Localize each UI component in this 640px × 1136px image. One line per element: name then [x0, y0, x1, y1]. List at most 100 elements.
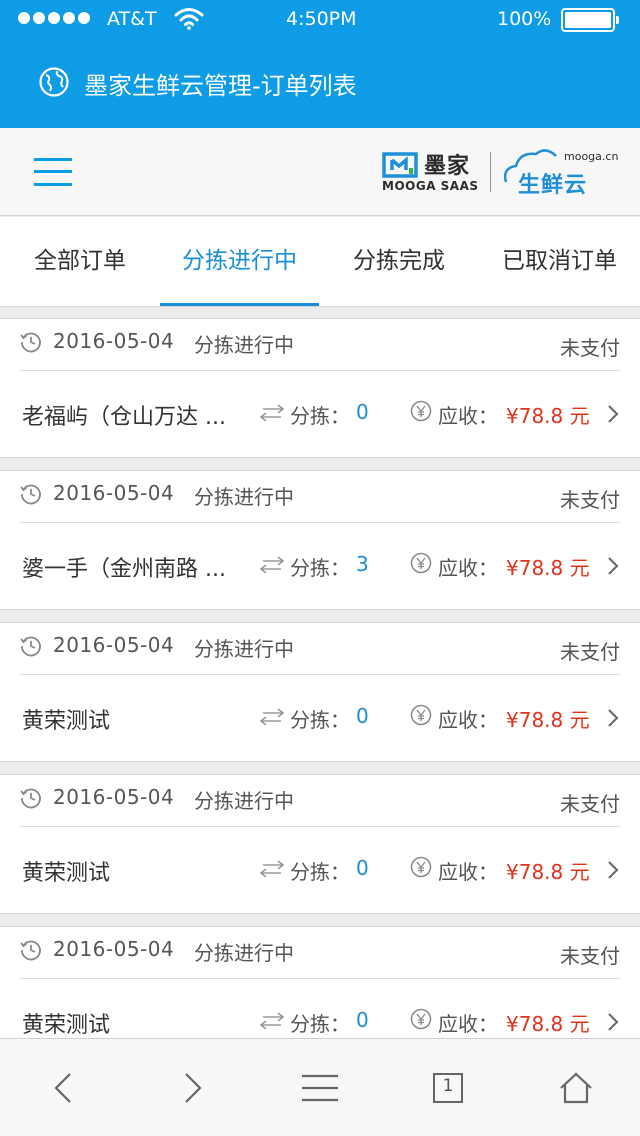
brand-bar: 墨家 MOOGA SAAS mooga.cn 生鲜云 [0, 128, 640, 216]
chevron-right-icon [608, 557, 619, 575]
order-date: 2016-05-04 [53, 785, 175, 809]
order-card-header: 2016-05-04 分拣进行中 未支付 [20, 927, 620, 979]
order-amount: ¥78.8 元 [506, 556, 590, 580]
active-tab-indicator [160, 303, 319, 306]
order-state: 分拣进行中 [194, 789, 294, 813]
sort-label: 分拣： [290, 860, 350, 884]
clock-icon [20, 636, 41, 657]
cloud-brand-name: 生鲜云 [518, 173, 588, 198]
swap-arrows-icon [259, 556, 285, 574]
mooga-logo: 墨家 MOOGA SAAS [382, 150, 482, 196]
tab-cancelled-orders[interactable]: 已取消订单 [479, 217, 640, 307]
shop-name: 黄荣测试 [22, 861, 111, 886]
order-date: 2016-05-04 [53, 633, 175, 657]
payment-status: 未支付 [560, 640, 620, 664]
tab-count: 1 [442, 1076, 454, 1096]
cloud-site-text: mooga.cn [564, 150, 619, 163]
amount-due-label: 应收： [438, 708, 498, 732]
payment-status: 未支付 [560, 488, 620, 512]
wifi-icon [174, 8, 204, 30]
carrier-name: AT&T [107, 8, 157, 30]
order-amount: ¥78.8 元 [506, 708, 590, 732]
chevron-right-icon [608, 405, 619, 423]
order-card-body: 婆一手（金州南路 ... 分拣： 3 应收： ¥78.8 元 [20, 523, 620, 611]
sort-count: 0 [356, 1008, 369, 1032]
shop-name: 黄荣测试 [22, 709, 111, 734]
tab-sorting-in-progress[interactable]: 分拣进行中 [160, 217, 319, 307]
sort-label: 分拣： [290, 404, 350, 428]
order-card-body: 黄荣测试 分拣： 0 应收： ¥78.8 元 [20, 675, 620, 763]
tabs-button[interactable]: 1 [430, 1071, 466, 1105]
payment-status: 未支付 [560, 792, 620, 816]
order-card-header: 2016-05-04 分拣进行中 未支付 [20, 319, 620, 371]
payment-status: 未支付 [560, 336, 620, 360]
order-state: 分拣进行中 [194, 941, 294, 965]
app-header: AT&T 4:50PM 100% 墨家生鲜云管理-订单列表 [0, 0, 640, 128]
mooga-brand-en: MOOGA SAAS [382, 179, 479, 193]
yen-icon [410, 552, 432, 574]
fresh-cloud-logo: mooga.cn 生鲜云 [500, 146, 624, 198]
sort-label: 分拣： [290, 1012, 350, 1036]
order-card-body: 老福屿（仓山万达 ... 分拣： 0 应收： ¥78.8 元 [20, 371, 620, 459]
swap-arrows-icon [259, 404, 285, 422]
order-card-header: 2016-05-04 分拣进行中 未支付 [20, 471, 620, 523]
yen-icon [410, 400, 432, 422]
order-card-header: 2016-05-04 分拣进行中 未支付 [20, 775, 620, 827]
clock-icon [20, 940, 41, 961]
mooga-mark-icon [382, 152, 418, 178]
home-icon[interactable] [558, 1071, 594, 1105]
yen-icon [410, 704, 432, 726]
chevron-right-icon [608, 861, 619, 879]
globe-icon [39, 67, 69, 97]
swap-arrows-icon [259, 860, 285, 878]
battery-percentage: 100% [497, 8, 552, 30]
shop-name: 婆一手（金州南路 ... [22, 557, 226, 582]
menu-icon[interactable] [302, 1071, 338, 1105]
amount-due-label: 应收： [438, 404, 498, 428]
order-amount: ¥78.8 元 [506, 860, 590, 884]
swap-arrows-icon [259, 708, 285, 726]
order-card[interactable]: 2016-05-04 分拣进行中 未支付 黄荣测试 分拣： 0 应收： ¥78.… [0, 774, 640, 914]
order-card[interactable]: 2016-05-04 分拣进行中 未支付 老福屿（仓山万达 ... 分拣： 0 … [0, 318, 640, 458]
sort-count: 0 [356, 704, 369, 728]
sort-label: 分拣： [290, 556, 350, 580]
order-card[interactable]: 2016-05-04 分拣进行中 未支付 婆一手（金州南路 ... 分拣： 3 … [0, 470, 640, 610]
status-time: 4:50PM [286, 8, 357, 30]
swap-arrows-icon [259, 1012, 285, 1030]
order-amount: ¥78.8 元 [506, 1012, 590, 1036]
order-card-body: 黄荣测试 分拣： 0 应收： ¥78.8 元 [20, 827, 620, 915]
amount-due-label: 应收： [438, 860, 498, 884]
clock-icon [20, 788, 41, 809]
order-state: 分拣进行中 [194, 333, 294, 357]
clock-icon [20, 484, 41, 505]
sort-count: 3 [356, 552, 369, 576]
sort-count: 0 [356, 856, 369, 880]
page-title: 墨家生鲜云管理-订单列表 [84, 72, 357, 100]
mooga-brand-cn: 墨家 [424, 154, 471, 179]
order-card-header: 2016-05-04 分拣进行中 未支付 [20, 623, 620, 675]
order-state: 分拣进行中 [194, 485, 294, 509]
payment-status: 未支付 [560, 944, 620, 968]
title-row: 墨家生鲜云管理-订单列表 [0, 60, 640, 104]
sort-count: 0 [356, 400, 369, 424]
hamburger-menu-button[interactable] [34, 156, 72, 188]
signal-strength-icon [18, 12, 90, 24]
tab-sorting-done[interactable]: 分拣完成 [319, 217, 479, 307]
order-date: 2016-05-04 [53, 329, 175, 353]
order-card[interactable]: 2016-05-04 分拣进行中 未支付 黄荣测试 分拣： 0 应收： ¥78.… [0, 622, 640, 762]
order-date: 2016-05-04 [53, 481, 175, 505]
back-icon[interactable] [46, 1071, 82, 1105]
yen-icon [410, 1008, 432, 1030]
order-tabs: 全部订单 分拣进行中 分拣完成 已取消订单 [0, 217, 640, 307]
order-state: 分拣进行中 [194, 637, 294, 661]
tab-all-orders[interactable]: 全部订单 [0, 217, 160, 307]
amount-due-label: 应收： [438, 556, 498, 580]
browser-toolbar: 1 [0, 1038, 640, 1136]
chevron-right-icon [608, 709, 619, 727]
status-bar: AT&T 4:50PM 100% [0, 0, 640, 40]
sort-label: 分拣： [290, 708, 350, 732]
forward-icon[interactable] [174, 1071, 210, 1105]
clock-icon [20, 332, 41, 353]
order-amount: ¥78.8 元 [506, 404, 590, 428]
shop-name: 黄荣测试 [22, 1013, 111, 1038]
